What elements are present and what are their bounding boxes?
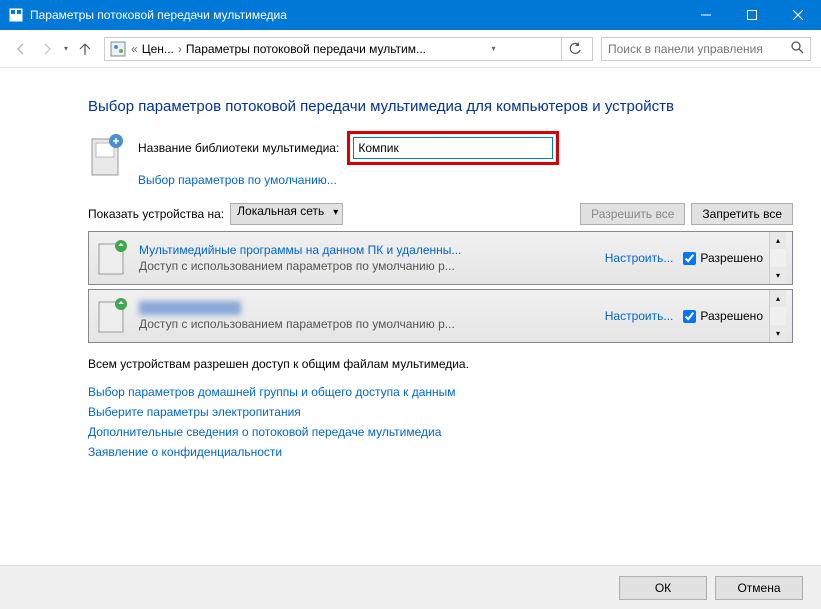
device-icon <box>95 296 131 336</box>
library-icon <box>88 131 128 179</box>
window-title: Параметры потоковой передачи мультимедиа <box>30 8 683 22</box>
highlight-box <box>347 131 559 165</box>
device-scrollbar[interactable]: ▴ ▾ <box>769 232 786 284</box>
block-all-button[interactable]: Запретить все <box>691 203 793 225</box>
show-label: Показать устройства на: <box>88 207 224 221</box>
device-row: ████████████ Доступ с использованием пар… <box>88 289 793 343</box>
search-icon[interactable] <box>790 40 804 57</box>
library-name-input[interactable] <box>353 137 553 159</box>
breadcrumb[interactable]: « Цен... › Параметры потоковой передачи … <box>104 37 593 61</box>
scroll-up-icon[interactable]: ▴ <box>770 290 786 307</box>
footer: ОК Отмена <box>0 565 821 609</box>
breadcrumb-prefix: « <box>129 42 140 56</box>
navbar: ▾ « Цен... › Параметры потоковой передач… <box>0 30 821 68</box>
allow-all-button[interactable]: Разрешить все <box>580 203 685 225</box>
chevron-right-icon: › <box>176 42 184 56</box>
scroll-down-icon[interactable]: ▾ <box>770 325 786 342</box>
app-icon <box>8 7 24 23</box>
more-info-link[interactable]: Дополнительные сведения о потоковой пере… <box>88 425 793 439</box>
show-devices-row: Показать устройства на: Локальная сеть Р… <box>88 203 793 225</box>
search-input[interactable] <box>608 42 790 56</box>
device-title[interactable]: ████████████ <box>139 301 595 315</box>
homegroup-link[interactable]: Выбор параметров домашней группы и общег… <box>88 385 793 399</box>
device-checkbox[interactable] <box>683 310 696 323</box>
refresh-button[interactable] <box>561 38 588 60</box>
history-dropdown[interactable]: ▾ <box>62 44 70 53</box>
ok-button[interactable]: ОК <box>619 576 707 600</box>
search-box[interactable] <box>601 37 811 61</box>
up-button[interactable] <box>74 38 96 60</box>
scroll-track[interactable] <box>770 307 786 325</box>
library-label: Название библиотеки мультимедиа: <box>138 141 339 155</box>
device-allowed-checkbox[interactable]: Разрешено <box>683 309 763 323</box>
maximize-button[interactable] <box>729 0 775 30</box>
privacy-link[interactable]: Заявление о конфиденциальности <box>88 445 793 459</box>
back-button[interactable] <box>10 38 32 60</box>
scroll-down-icon[interactable]: ▾ <box>770 267 786 284</box>
device-allowed-label: Разрешено <box>700 309 763 323</box>
scroll-up-icon[interactable]: ▴ <box>770 232 786 249</box>
titlebar: Параметры потоковой передачи мультимедиа <box>0 0 821 30</box>
link-list: Выбор параметров домашней группы и общег… <box>88 385 793 459</box>
device-icon <box>95 238 131 278</box>
network-dropdown[interactable]: Локальная сеть <box>230 203 343 225</box>
device-allowed-checkbox[interactable]: Разрешено <box>683 251 763 265</box>
status-text: Всем устройствам разрешен доступ к общим… <box>88 357 793 371</box>
breadcrumb-part2[interactable]: Параметры потоковой передачи мультим... <box>186 42 426 56</box>
device-allowed-label: Разрешено <box>700 251 763 265</box>
device-configure-link[interactable]: Настроить... <box>605 309 674 323</box>
device-scrollbar[interactable]: ▴ ▾ <box>769 290 786 342</box>
breadcrumb-part1[interactable]: Цен... <box>142 42 174 56</box>
device-row: Мультимедийные программы на данном ПК и … <box>88 231 793 285</box>
close-button[interactable] <box>775 0 821 30</box>
control-panel-icon <box>109 40 127 58</box>
device-title[interactable]: Мультимедийные программы на данном ПК и … <box>139 243 595 257</box>
breadcrumb-dropdown[interactable]: ▾ <box>489 44 497 53</box>
page-heading: Выбор параметров потоковой передачи муль… <box>88 96 793 117</box>
device-checkbox[interactable] <box>683 252 696 265</box>
content-area: Выбор параметров потоковой передачи муль… <box>0 68 821 568</box>
library-section: Название библиотеки мультимедиа: Выбор п… <box>88 131 793 189</box>
scroll-track[interactable] <box>770 249 786 267</box>
device-configure-link[interactable]: Настроить... <box>605 251 674 265</box>
power-link[interactable]: Выберите параметры электропитания <box>88 405 793 419</box>
minimize-button[interactable] <box>683 0 729 30</box>
device-subtitle: Доступ с использованием параметров по ум… <box>139 317 595 331</box>
forward-button[interactable] <box>36 38 58 60</box>
defaults-link[interactable]: Выбор параметров по умолчанию... <box>138 173 337 187</box>
cancel-button[interactable]: Отмена <box>715 576 803 600</box>
device-subtitle: Доступ с использованием параметров по ум… <box>139 259 595 273</box>
